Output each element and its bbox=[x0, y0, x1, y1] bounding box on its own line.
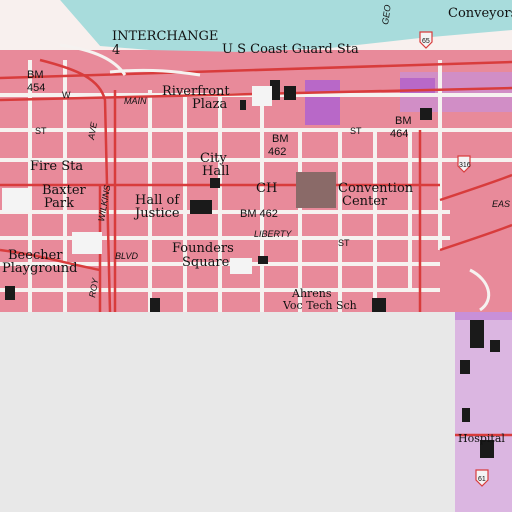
hospital-top bbox=[455, 312, 512, 320]
label-bm462a: BM bbox=[272, 133, 289, 145]
label-center: Center bbox=[342, 194, 388, 209]
school-block bbox=[72, 232, 102, 254]
label-fire-sta: Fire Sta bbox=[30, 159, 83, 174]
label-justice: Justice bbox=[133, 206, 180, 221]
label-bm462b: BM 462 bbox=[240, 208, 278, 220]
founders-square-block bbox=[230, 258, 252, 274]
label-bm464: BM bbox=[395, 115, 412, 127]
label-square: Square bbox=[182, 255, 230, 270]
label-st-mid: ST bbox=[350, 126, 362, 136]
label-ch: CH bbox=[256, 181, 277, 196]
label-bm464-num: 464 bbox=[390, 128, 408, 140]
label-hospital: Hospital bbox=[458, 432, 505, 445]
map-canvas: INTERCHANGE 4 U S Coast Guard Sta Convey… bbox=[0, 0, 512, 512]
label-interchange: INTERCHANGE bbox=[112, 29, 218, 44]
label-founders: Founders bbox=[172, 241, 234, 256]
label-bm462a-num: 462 bbox=[268, 146, 286, 158]
label-st-left: ST bbox=[35, 126, 47, 136]
no-data-area bbox=[0, 312, 455, 512]
label-bm454: BM bbox=[27, 69, 44, 81]
label-playground: Playground bbox=[2, 261, 77, 276]
label-east: EAS bbox=[492, 199, 510, 209]
label-plaza: Plaza bbox=[192, 97, 228, 112]
label-shield65: 65 bbox=[422, 38, 430, 45]
label-conveyors: Conveyors bbox=[448, 6, 512, 21]
white-block bbox=[252, 86, 272, 106]
label-hall: Hall bbox=[202, 164, 229, 179]
label-coast-guard: U S Coast Guard Sta bbox=[222, 42, 359, 57]
label-st-low: ST bbox=[338, 238, 350, 248]
label-shield316: 316 bbox=[459, 162, 471, 169]
industrial-building bbox=[305, 80, 340, 125]
baxter-park-block bbox=[2, 188, 30, 212]
convention-center-block bbox=[296, 172, 336, 208]
label-w: W bbox=[62, 90, 71, 100]
topographic-map: INTERCHANGE 4 U S Coast Guard Sta Convey… bbox=[0, 0, 512, 512]
label-liberty: LIBERTY bbox=[254, 229, 292, 239]
label-shield61: 61 bbox=[478, 476, 486, 483]
label-bm454-num: 454 bbox=[27, 82, 45, 94]
label-voc-tech: Voc Tech Sch bbox=[282, 299, 357, 312]
label-interchange-num: 4 bbox=[112, 43, 120, 58]
label-main: MAIN bbox=[124, 96, 147, 106]
label-blvd: BLVD bbox=[115, 251, 139, 261]
label-park: Park bbox=[44, 196, 74, 211]
